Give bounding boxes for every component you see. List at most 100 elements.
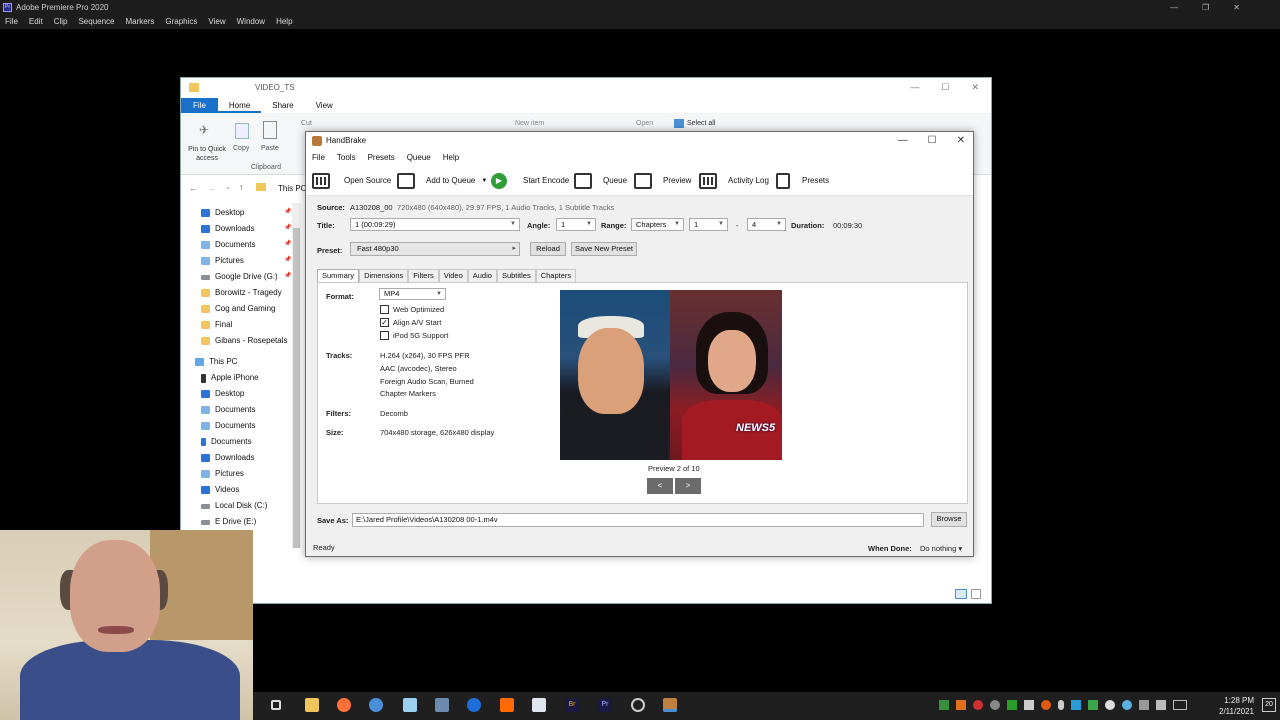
nav-item[interactable]: Gibans - Rosepetals [201,334,287,348]
tab-chapters[interactable]: Chapters [535,269,577,282]
queue-button[interactable]: Queue [574,172,627,190]
nav-item[interactable]: Final [201,318,232,332]
range-start-select[interactable]: 1 ▼ [689,218,728,231]
nav-item[interactable]: Google Drive (G:) [201,270,278,284]
search-icon[interactable] [1041,700,1051,710]
premiere-icon[interactable]: Pr [598,698,612,712]
save-as-field[interactable]: E:\Jared Profile\Videos\A130208 00-1.m4v [352,513,924,527]
document-icon[interactable] [532,698,546,712]
handbrake-icon[interactable] [663,698,677,712]
menu-clip[interactable]: Clip [54,15,68,29]
microphone-icon[interactable] [1058,700,1064,710]
pin-to-quick-access-button[interactable]: Pin to Quick access [185,145,229,163]
menu-presets[interactable]: Presets [368,150,395,166]
minimize-button[interactable]: — [898,132,908,150]
cut-button[interactable]: Cut [301,120,312,127]
chat-icon[interactable] [467,698,481,712]
copy-button[interactable]: Copy [233,145,249,152]
tray-icon[interactable] [1105,700,1115,710]
menu-tools[interactable]: Tools [337,150,356,166]
nav-item[interactable]: Cog and Gaming [201,302,275,316]
nav-item[interactable]: Documents [201,403,255,417]
nav-item[interactable]: Downloads [201,222,255,236]
menu-edit[interactable]: Edit [29,15,43,29]
save-new-preset-button[interactable]: Save New Preset [571,242,637,256]
align-av-checkbox[interactable]: ✓ [380,318,389,327]
minimize-button[interactable]: — [1170,0,1178,15]
nav-item[interactable]: Apple iPhone [201,371,259,385]
forward-arrow-icon[interactable]: → [207,183,216,193]
search-icon[interactable] [500,698,514,712]
keyboard-icon[interactable] [1173,700,1187,710]
range-end-select[interactable]: 4 ▼ [747,218,786,231]
task-view-icon[interactable] [271,700,281,710]
menu-markers[interactable]: Markers [126,15,155,29]
nav-item[interactable]: Videos [201,483,239,497]
tab-video[interactable]: Video [438,269,468,282]
select-all-button[interactable]: Select all [687,120,715,127]
tab-dimensions[interactable]: Dimensions [359,269,409,282]
chevron-down-icon[interactable]: ▼ [481,172,487,190]
new-item-button[interactable]: New item [515,120,544,127]
previous-preview-button[interactable]: < [647,478,673,494]
details-view-icon[interactable] [955,589,967,599]
close-button[interactable]: ✕ [957,132,965,150]
tab-audio[interactable]: Audio [467,269,497,282]
tiles-view-icon[interactable] [971,589,981,599]
notification-badge[interactable]: 20 [1262,698,1276,712]
nav-item[interactable]: Documents [201,435,251,449]
tab-subtitles[interactable]: Subtitles [496,269,536,282]
maximize-button[interactable]: ☐ [941,82,949,93]
tray-icon[interactable] [973,700,983,710]
title-select[interactable]: 1 (00:09:29) ▼ [350,218,520,231]
menu-file[interactable]: File [5,15,18,29]
maximize-button[interactable]: ☐ [928,132,937,150]
tab-home[interactable]: Home [217,98,262,113]
next-preview-button[interactable]: > [675,478,701,494]
nav-item[interactable]: Pictures [201,254,244,268]
tab-share[interactable]: Share [261,98,304,113]
browser-icon[interactable] [369,698,383,712]
nav-item[interactable]: This PC [195,355,237,369]
close-button[interactable]: ✕ [1233,0,1240,15]
add-to-queue-button[interactable]: Add to Queue ▼ [397,172,487,190]
start-encode-button[interactable]: ▶ Start Encode [491,172,569,190]
nav-item[interactable]: Desktop [201,387,244,401]
tray-icon[interactable] [1024,700,1034,710]
paste-button[interactable]: Paste [261,145,279,152]
ipod-support-checkbox[interactable] [380,331,389,340]
tray-icon[interactable] [956,700,966,710]
format-select[interactable]: MP4 ▼ [379,288,446,300]
nav-item[interactable]: Desktop [201,206,244,220]
angle-select[interactable]: 1 ▼ [556,218,596,231]
menu-sequence[interactable]: Sequence [78,15,114,29]
menu-help[interactable]: Help [443,150,459,166]
browse-button[interactable]: Browse [931,512,967,527]
open-source-button[interactable]: Open Source [312,172,391,190]
back-arrow-icon[interactable]: ← [189,183,198,193]
tab-summary[interactable]: Summary [317,269,360,282]
nav-item[interactable]: Pictures [201,467,244,481]
menu-file[interactable]: File [312,150,325,166]
tab-file[interactable]: File [181,98,218,113]
when-done-select[interactable]: Do nothing ▾ [920,544,962,553]
volume-icon[interactable] [1156,700,1166,710]
range-mode-select[interactable]: Chapters ▼ [631,218,684,231]
obs-icon[interactable] [631,698,645,712]
restore-button[interactable]: ❐ [1202,0,1209,15]
firefox-icon[interactable] [337,698,351,712]
clock[interactable]: 1:28 PM 2/11/2021 [1219,695,1254,717]
activity-log-button[interactable]: Activity Log [699,172,769,190]
network-icon[interactable] [1139,700,1149,710]
nav-item[interactable]: Local Disk (C:) [201,499,267,513]
tray-icon[interactable] [990,700,1000,710]
bridge-icon[interactable]: Br [565,698,579,712]
presets-button[interactable]: Presets [776,172,829,190]
nav-item[interactable]: Documents [201,238,255,252]
tray-icon[interactable] [1122,700,1132,710]
menu-window[interactable]: Window [237,15,265,29]
tab-filters[interactable]: Filters [408,269,439,282]
preview-button[interactable]: Preview [634,172,691,190]
shield-icon[interactable] [1088,700,1098,710]
nav-scrollbar-thumb[interactable] [293,228,300,548]
